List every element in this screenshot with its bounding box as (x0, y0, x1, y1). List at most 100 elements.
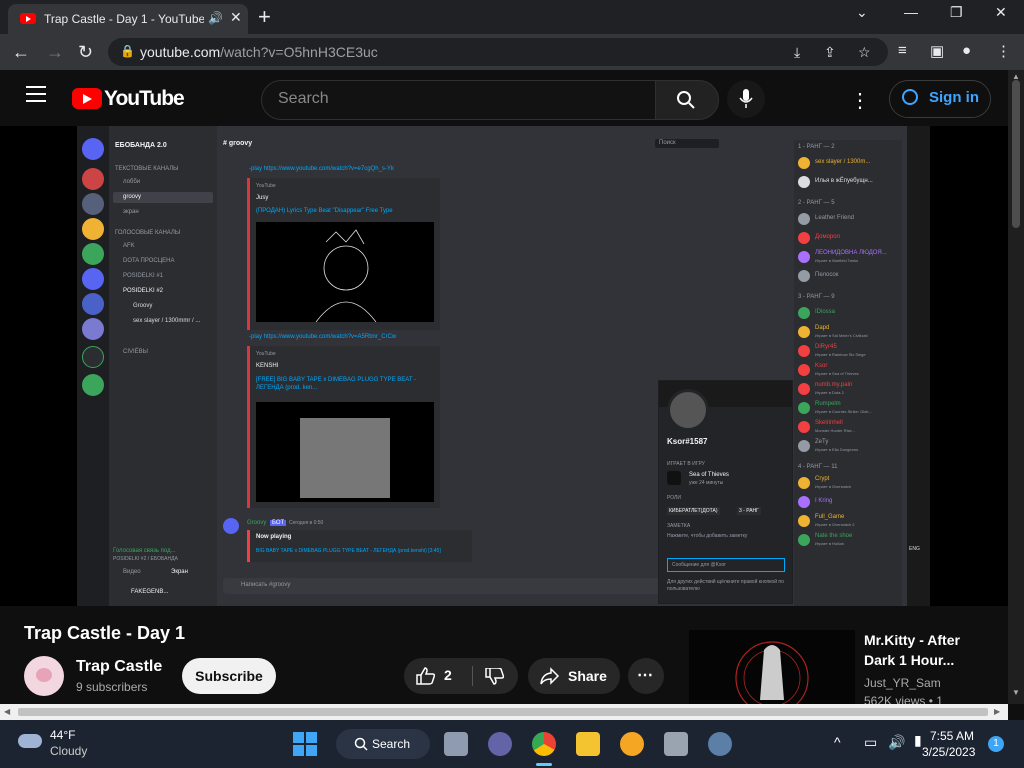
video-player[interactable]: ЕБОБАНДА 2.0 ТЕКСТОВЫЕ КАНАЛЫ лобби groo… (0, 126, 1008, 606)
file-explorer-icon[interactable] (576, 732, 600, 756)
brave-browser-icon[interactable] (620, 732, 644, 756)
network-icon[interactable]: ▭ (864, 734, 877, 751)
member-item[interactable]: IDiossa (798, 306, 898, 322)
scroll-left-icon[interactable]: ◀ (4, 707, 10, 716)
voice-search-button[interactable] (727, 80, 765, 118)
scroll-thumb[interactable] (18, 708, 988, 716)
server-icon[interactable] (82, 193, 104, 215)
app-icon[interactable] (664, 732, 688, 756)
search-input[interactable]: Search (261, 80, 657, 120)
member-item[interactable]: I Kring (798, 495, 898, 511)
weather-condition[interactable]: Cloudy (50, 744, 87, 758)
volume-icon[interactable]: 🔊 (888, 734, 905, 751)
note-input[interactable]: Нажмите, чтобы добавить заметку (667, 533, 747, 539)
voice-category[interactable]: ГОЛОСОВЫЕ КАНАЛЫ (115, 230, 180, 236)
screen-share-button[interactable]: Экран (171, 569, 188, 575)
server-icon[interactable] (82, 268, 104, 290)
member-item[interactable]: Илья в жЁпуебущн... (798, 175, 898, 191)
horizontal-scrollbar[interactable]: ◀ ▶ (0, 704, 1008, 720)
share-button[interactable]: Share (528, 658, 620, 694)
channel-item[interactable]: лобби (123, 179, 140, 185)
cloud-icon[interactable] (18, 734, 42, 748)
notification-badge[interactable]: 1 (988, 736, 1004, 752)
browser-tab[interactable]: Trap Castle - Day 1 - YouTube 🔊 ✕ (8, 4, 248, 34)
forward-icon[interactable]: → (46, 42, 64, 63)
lock-icon[interactable]: 🔒 (120, 44, 135, 58)
recommended-thumbnail[interactable] (689, 630, 855, 706)
search-button[interactable] (655, 80, 719, 120)
chrome-menu-icon[interactable]: ⋮ (996, 42, 1011, 60)
recommended-channel[interactable]: Just_YR_Sam (864, 676, 941, 690)
like-button[interactable]: 2 (404, 658, 472, 694)
chat-icon[interactable] (488, 732, 512, 756)
voice-channel[interactable]: POSIDELKI #2 (123, 288, 163, 294)
battery-icon[interactable]: ▮ (914, 732, 922, 749)
voice-user[interactable]: Groovy (133, 303, 152, 309)
embed-thumbnail[interactable] (256, 402, 434, 502)
member-item[interactable]: Пелосок (798, 269, 898, 285)
member-item[interactable]: Ksor Играет в Sea of Thieves (798, 363, 898, 379)
media-control-icon[interactable]: ≡ (898, 42, 907, 59)
close-window-button[interactable]: ✕ (995, 4, 1007, 21)
profile-avatar[interactable] (667, 389, 709, 431)
member-item[interactable]: Доморол (798, 231, 898, 247)
temperature[interactable]: 44°F (50, 728, 75, 742)
channel-name[interactable]: Trap Castle (76, 658, 162, 676)
hamburger-menu-icon[interactable] (26, 86, 46, 102)
side-panel-icon[interactable]: ▣ (930, 42, 944, 60)
server-icon[interactable] (82, 243, 104, 265)
discord-home-icon[interactable] (82, 138, 104, 160)
youtube-logo-text[interactable]: YouTube (104, 87, 185, 111)
task-view-icon[interactable] (444, 732, 468, 756)
windows-start-icon[interactable] (293, 732, 317, 756)
video-button[interactable]: Видео (123, 569, 141, 575)
vertical-scrollbar[interactable]: ▲ ▼ (1008, 70, 1024, 704)
chrome-icon[interactable] (532, 732, 556, 756)
voice-channel[interactable]: AFK (123, 243, 135, 249)
share-page-icon[interactable]: ⇪ (824, 44, 836, 61)
groovy-avatar[interactable] (223, 518, 239, 534)
minimize-button[interactable]: — (904, 4, 918, 20)
member-item[interactable]: Leather Friend (798, 212, 898, 228)
channel-avatar[interactable] (24, 656, 64, 696)
recommended-title[interactable]: Mr.Kitty - After Dark 1 Hour... (864, 630, 994, 670)
url-text[interactable]: youtube.com/watch?v=O5hnH3CE3uc (140, 44, 378, 60)
speaker-icon[interactable]: 🔊 (208, 11, 223, 25)
user-tag[interactable]: FAKEGENB... (131, 589, 168, 595)
tab-search-icon[interactable]: ⌄ (856, 4, 868, 21)
explore-servers-icon[interactable] (82, 374, 104, 396)
message-link[interactable]: -play https://www.youtube.com/watch?v=e7… (249, 166, 394, 172)
taskbar-search-button[interactable]: Search (336, 729, 430, 759)
reload-icon[interactable]: ↻ (78, 42, 93, 63)
more-actions-button[interactable]: ⋯ (628, 658, 664, 694)
member-item[interactable]: sex slayer / 1300m... (798, 156, 898, 172)
scroll-down-icon[interactable]: ▼ (1012, 688, 1020, 697)
text-category[interactable]: ТЕКСТОВЫЕ КАНАЛЫ (115, 166, 179, 172)
voice-channel[interactable]: POSIDELKI #1 (123, 273, 163, 279)
channel-item[interactable]: экран (123, 209, 139, 215)
scroll-right-icon[interactable]: ▶ (994, 707, 1000, 716)
discord-search-input[interactable]: Поиск (655, 139, 719, 148)
add-server-icon[interactable] (82, 346, 104, 368)
settings-icon[interactable] (708, 732, 732, 756)
member-item[interactable]: Full_Game Играет в Overwatch 2 (798, 514, 898, 530)
server-icon[interactable] (82, 218, 104, 240)
member-item[interactable]: ZeTy Играет в Ella Dungeons (798, 439, 898, 455)
server-icon[interactable] (82, 318, 104, 340)
bot-name[interactable]: Groovy (247, 520, 266, 526)
member-item[interactable]: Dapd Играет в Sid Meier's Civilizati (798, 325, 898, 341)
member-item[interactable]: Crypt Играет в Overwatch (798, 476, 898, 492)
clock-time[interactable]: 7:55 AM (930, 729, 974, 743)
server-name[interactable]: ЕБОБАНДА 2.0 (115, 142, 167, 149)
member-item[interactable]: Nate the shoe Играет в Hollow (798, 533, 898, 549)
voice-user[interactable]: sex slayer / 1300mmr / ... (133, 318, 200, 324)
profile-icon[interactable]: ● (962, 42, 971, 59)
settings-menu-icon[interactable]: ⋮ (850, 88, 870, 113)
member-item[interactable]: numb.my.pain Играет в Dota 2 (798, 382, 898, 398)
subscribe-button[interactable]: Subscribe (182, 658, 276, 694)
bookmark-star-icon[interactable]: ☆ (858, 44, 871, 61)
restore-button[interactable]: ❐ (950, 4, 963, 21)
member-item[interactable]: DiRyr45 Играет в Rainbow Six Siege (798, 344, 898, 360)
message-link[interactable]: -play https://www.youtube.com/watch?v=A5… (249, 334, 396, 340)
youtube-logo-icon[interactable] (72, 88, 102, 109)
